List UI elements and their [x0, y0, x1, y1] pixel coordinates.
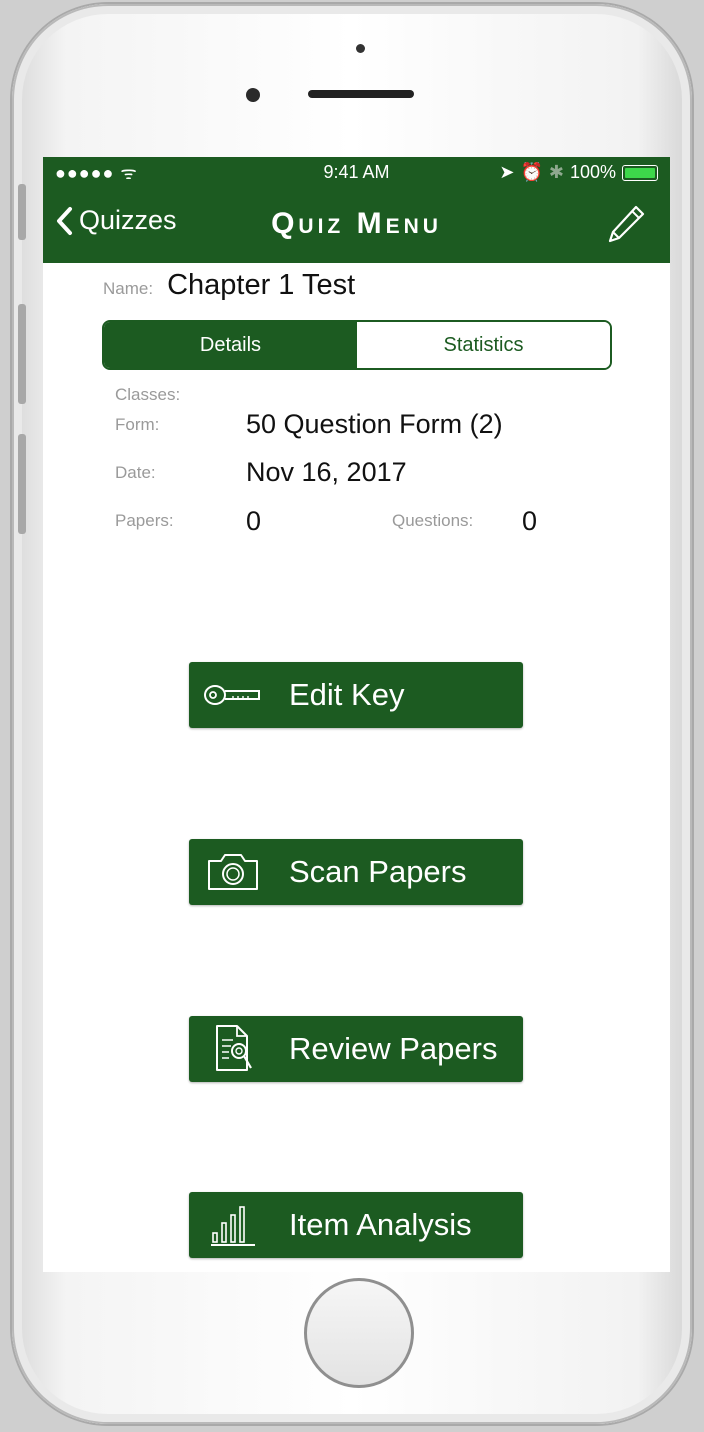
- name-label: Name:: [103, 279, 154, 298]
- date-label: Date:: [115, 463, 156, 482]
- volume-up-button: [18, 304, 26, 404]
- key-icon: [203, 670, 263, 720]
- bar-chart-icon: [203, 1200, 263, 1250]
- screen: ●●●●● ᯤ 9:41 AM ➤ ⏰ ✱ 100% Quizzes Quiz …: [43, 157, 670, 1272]
- form-label: Form:: [115, 415, 160, 434]
- segmented-control: Details Statistics: [102, 320, 612, 370]
- papers-label: Papers:: [115, 511, 174, 530]
- edit-key-label: Edit Key: [289, 677, 405, 712]
- navigation-bar: Quizzes Quiz Menu: [43, 187, 670, 263]
- mute-switch: [18, 184, 26, 240]
- tab-details[interactable]: Details: [104, 322, 357, 368]
- questions-label: Questions:: [392, 511, 474, 530]
- camera-icon: [203, 847, 263, 897]
- quiz-name-row: Name: Chapter 1 Test: [103, 269, 355, 302]
- scan-papers-label: Scan Papers: [289, 854, 467, 889]
- review-papers-label: Review Papers: [289, 1031, 498, 1066]
- review-document-icon: [203, 1024, 263, 1074]
- form-value: 50 Question Form (2): [246, 409, 503, 439]
- status-bar: ●●●●● ᯤ 9:41 AM ➤ ⏰ ✱ 100%: [43, 157, 670, 187]
- item-analysis-button[interactable]: Item Analysis: [189, 1192, 523, 1258]
- item-analysis-label: Item Analysis: [289, 1207, 472, 1242]
- battery-percent: 100%: [569, 162, 616, 182]
- scan-papers-button[interactable]: Scan Papers: [189, 839, 523, 905]
- questions-value: 0: [522, 506, 538, 536]
- volume-down-button: [18, 434, 26, 534]
- date-value: Nov 16, 2017: [246, 457, 407, 487]
- proximity-sensor: [356, 44, 365, 53]
- page-title: Quiz Menu: [271, 207, 442, 240]
- bluetooth-icon: ✱: [548, 162, 564, 182]
- papers-value: 0: [246, 506, 262, 536]
- battery-icon: [622, 164, 658, 181]
- location-icon: ➤: [499, 162, 515, 182]
- quiz-name-value[interactable]: Chapter 1 Test: [167, 269, 355, 302]
- tab-statistics[interactable]: Statistics: [357, 322, 610, 368]
- status-right-group: ➤ ⏰ ✱ 100%: [499, 162, 658, 183]
- home-button[interactable]: [304, 1278, 414, 1388]
- alarm-icon: ⏰: [520, 162, 543, 182]
- front-camera: [246, 88, 260, 102]
- classes-label: Classes:: [115, 385, 181, 404]
- pencil-icon[interactable]: [606, 203, 646, 245]
- earpiece-speaker: [308, 90, 414, 98]
- edit-key-button[interactable]: Edit Key: [189, 662, 523, 728]
- review-papers-button[interactable]: Review Papers: [189, 1016, 523, 1082]
